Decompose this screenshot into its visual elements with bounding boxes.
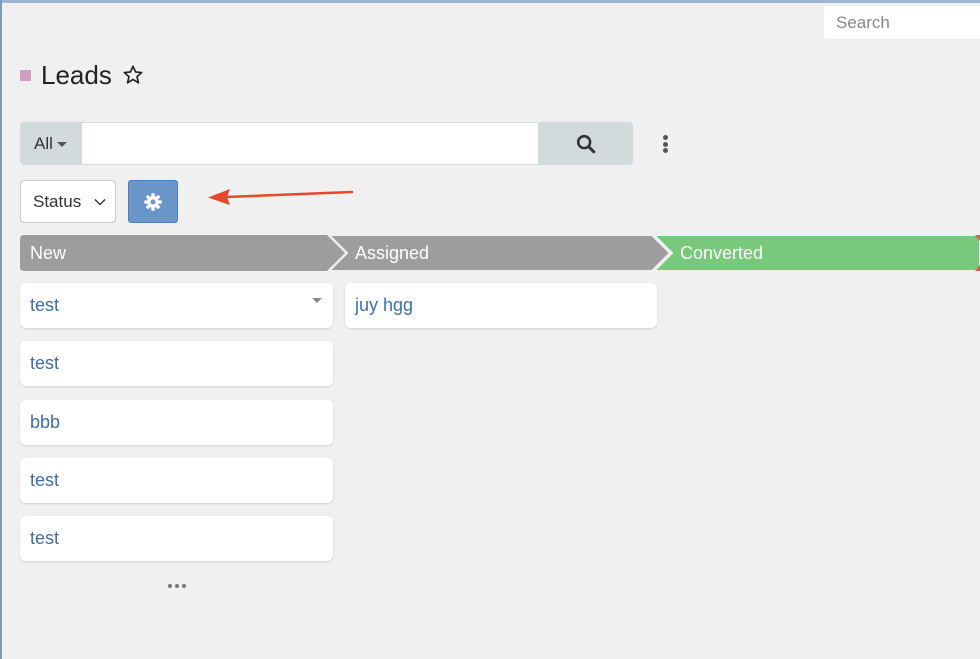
kanban-card[interactable]: test: [20, 283, 333, 328]
stage-label: New: [30, 243, 67, 263]
ellipsis-dot: [175, 584, 179, 588]
horizontal-ellipsis-icon: [168, 584, 172, 588]
search-button[interactable]: [539, 122, 633, 165]
group-by-select[interactable]: Status: [20, 180, 116, 223]
kanban-settings-button[interactable]: [128, 180, 178, 223]
caret-down-icon: [56, 142, 67, 147]
ellipsis-dot: [662, 141, 668, 147]
window-left-border: [0, 0, 2, 659]
search-icon: [576, 134, 596, 153]
more-actions-button[interactable]: [656, 132, 674, 156]
page-title: Leads: [41, 59, 112, 90]
kanban-card[interactable]: test: [20, 458, 333, 503]
chevron-down-icon: [94, 198, 106, 205]
filter-dropdown[interactable]: All: [20, 122, 81, 165]
card-title[interactable]: test: [30, 528, 59, 549]
annotation-arrow: [208, 189, 354, 205]
card-title[interactable]: test: [30, 353, 59, 374]
kanban-card[interactable]: juy hgg: [345, 283, 657, 328]
search-bar: All: [20, 122, 633, 165]
window-top-border: [0, 0, 980, 3]
global-search-input[interactable]: [824, 6, 980, 39]
card-title[interactable]: test: [30, 295, 59, 316]
vertical-ellipsis-icon: [662, 135, 668, 140]
kanban-card[interactable]: bbb: [20, 400, 333, 445]
entity-color-marker: [20, 69, 31, 81]
stage-label: Assigned: [355, 243, 430, 263]
kanban-card[interactable]: test: [20, 341, 333, 386]
stage-new: New: [20, 235, 347, 271]
stage-assigned: Assigned: [327, 235, 672, 271]
ellipsis-dot: [662, 148, 668, 153]
page-header: Leads: [20, 58, 144, 92]
ellipsis-dot: [182, 584, 186, 588]
card-title[interactable]: bbb: [30, 412, 60, 433]
star-icon[interactable]: [122, 64, 144, 86]
stage-converted: Converted: [652, 235, 980, 271]
text-filter-input[interactable]: [81, 122, 539, 165]
stage-label: Converted: [680, 243, 764, 263]
kanban-card[interactable]: test: [20, 516, 333, 561]
card-dropdown-icon[interactable]: [312, 298, 322, 303]
gear-icon: [144, 192, 162, 211]
card-title[interactable]: test: [30, 470, 59, 491]
kanban-stage-bar: New Assigned Converted: [20, 235, 980, 271]
filter-label: All: [34, 133, 53, 153]
load-more-button[interactable]: [168, 584, 186, 588]
group-by-value: Status: [33, 191, 82, 211]
card-title[interactable]: juy hgg: [355, 295, 413, 316]
